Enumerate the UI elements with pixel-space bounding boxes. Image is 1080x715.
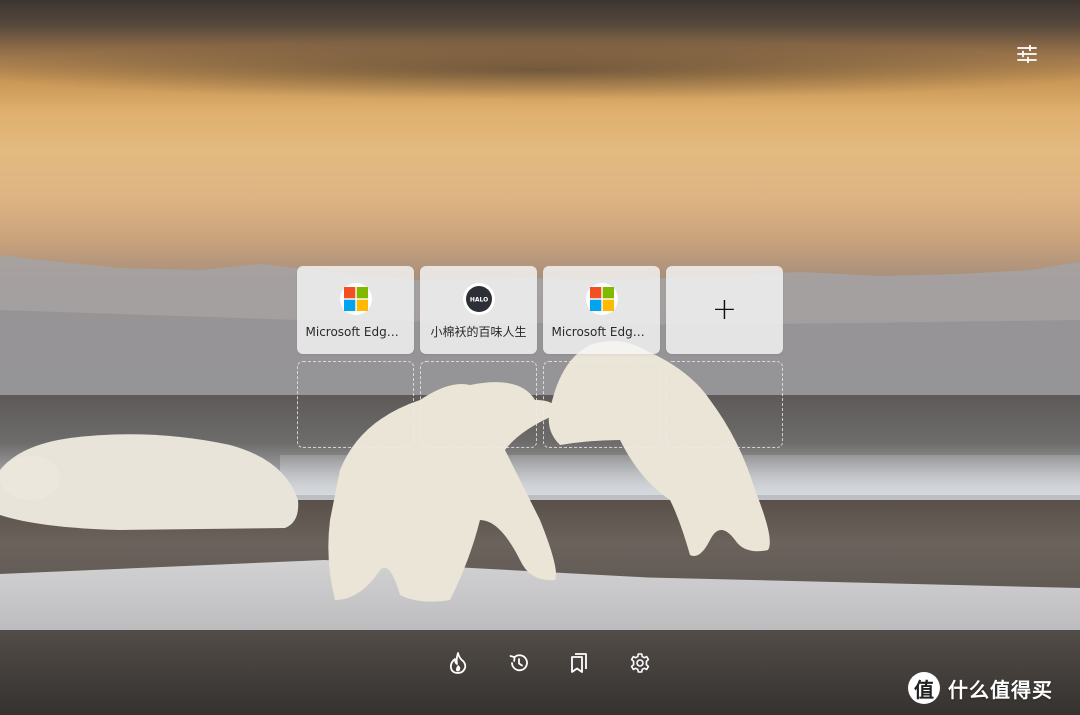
shortcut-tile-blog[interactable]: HALO 小棉袄的百味人生 xyxy=(420,266,537,354)
empty-shortcut-slot xyxy=(666,361,783,448)
svg-text:HALO: HALO xyxy=(469,297,487,304)
microsoft-logo-icon xyxy=(339,283,372,315)
watermark: 值 什么值得买 xyxy=(908,670,1053,706)
bottom-toolbar xyxy=(446,650,652,676)
shortcut-tile-microsoft-edge-1[interactable]: Microsoft Edge ... xyxy=(297,266,414,354)
history-button[interactable] xyxy=(507,651,531,675)
sliders-icon xyxy=(1017,45,1037,63)
customize-button[interactable] xyxy=(1012,40,1042,68)
watermark-text: 什么值得买 xyxy=(948,677,1053,702)
history-icon xyxy=(509,654,528,672)
shortcut-label: 小棉袄的百味人生 xyxy=(430,325,527,339)
empty-shortcut-slot xyxy=(420,361,537,448)
bookmarks-icon xyxy=(571,653,588,673)
empty-shortcut-slot xyxy=(297,361,414,448)
add-shortcut-button[interactable]: + xyxy=(666,266,783,354)
shortcut-label: Microsoft Edge ... xyxy=(305,325,406,339)
shortcut-tile-microsoft-edge-2[interactable]: Microsoft Edge ... xyxy=(543,266,660,354)
settings-button[interactable] xyxy=(628,651,652,675)
shortcut-label: Microsoft Edge ... xyxy=(551,325,652,339)
halo-logo-icon: HALO xyxy=(462,283,495,315)
smzdm-logo-icon: 值 xyxy=(908,672,940,704)
trending-button[interactable] xyxy=(446,651,470,675)
flame-icon xyxy=(449,652,467,674)
gear-icon xyxy=(630,653,650,673)
bookmarks-button[interactable] xyxy=(567,651,591,675)
speed-dial-grid: Microsoft Edge ... HALO 小棉袄的百味人生 Microso… xyxy=(297,266,783,448)
microsoft-logo-icon xyxy=(585,283,618,315)
empty-shortcut-slot xyxy=(543,361,660,448)
add-icon: + xyxy=(711,292,738,327)
